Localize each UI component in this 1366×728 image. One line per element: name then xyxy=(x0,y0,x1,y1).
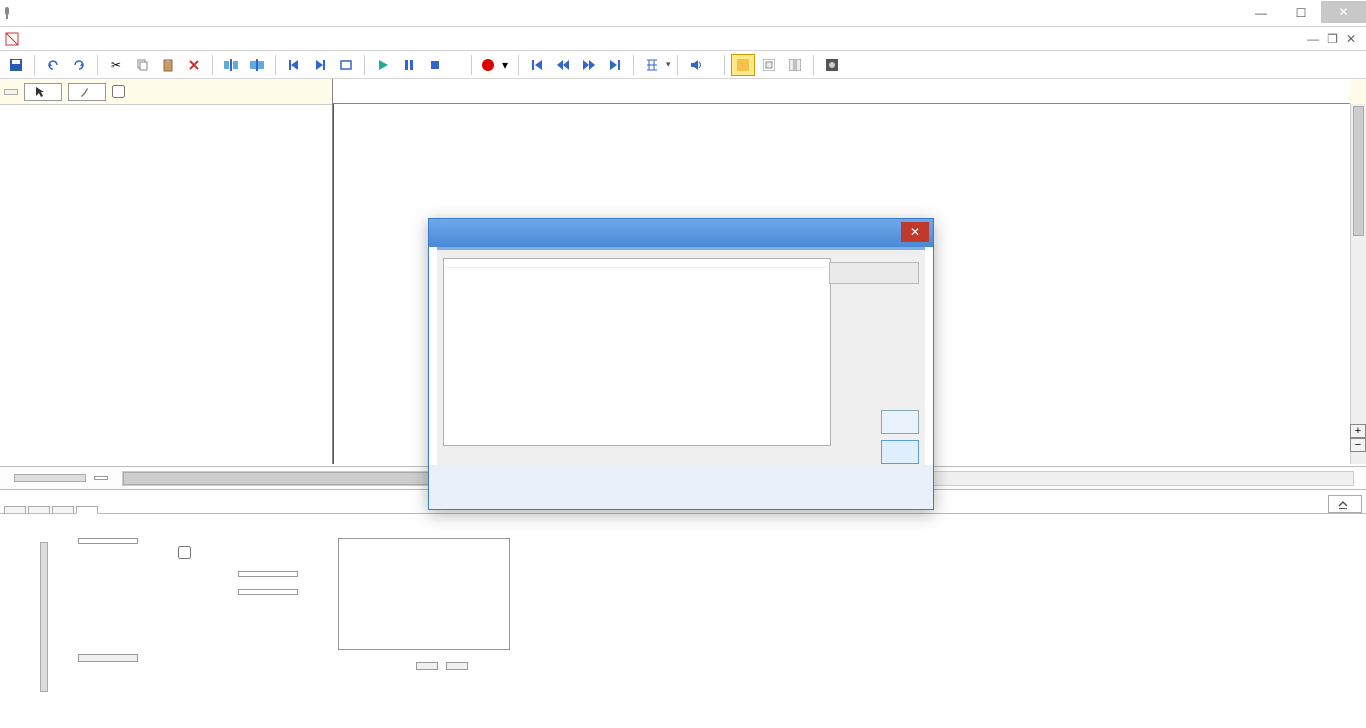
save-icon[interactable] xyxy=(4,54,28,76)
go-end-icon[interactable] xyxy=(603,54,627,76)
view-b-icon[interactable] xyxy=(757,54,781,76)
snap-dropdown-icon[interactable]: ▾ xyxy=(666,59,671,70)
speaker-icon[interactable] xyxy=(684,54,708,76)
view-c-icon[interactable] xyxy=(783,54,807,76)
main-toolbar: ✂ ▾ ▾ xyxy=(0,51,1366,79)
title-bar: — ☐ ✕ xyxy=(0,0,1366,27)
save-media-icon[interactable] xyxy=(820,54,844,76)
mute-checkbox[interactable] xyxy=(178,546,298,559)
playhead[interactable] xyxy=(333,104,334,464)
marker-prev-icon[interactable] xyxy=(282,54,306,76)
clip-panel xyxy=(0,514,1366,728)
menu-bar: — ❐ ✕ xyxy=(0,27,1366,51)
redo-icon[interactable] xyxy=(67,54,91,76)
doc-icon xyxy=(4,31,26,47)
brush-icon xyxy=(79,86,89,98)
clear-button[interactable] xyxy=(78,654,138,662)
menu-window[interactable] xyxy=(126,36,146,42)
tab-add-music[interactable] xyxy=(52,506,74,513)
vertical-scrollbar[interactable] xyxy=(1350,104,1366,464)
tab-clip[interactable] xyxy=(76,506,98,514)
editmode-row xyxy=(0,79,1366,105)
gain-slider[interactable] xyxy=(40,542,48,692)
effects-list[interactable] xyxy=(338,538,510,650)
marker-next-icon[interactable] xyxy=(308,54,332,76)
menu-help[interactable] xyxy=(146,36,166,42)
zoom-value[interactable] xyxy=(94,476,108,480)
go-start-icon[interactable] xyxy=(525,54,549,76)
signal-level-meter xyxy=(829,262,919,284)
dialog-close-button[interactable]: ✕ xyxy=(901,222,929,242)
brush-mode-button[interactable] xyxy=(68,83,106,101)
gain-value[interactable] xyxy=(78,538,138,544)
cursor-icon xyxy=(35,86,45,98)
pause-icon[interactable] xyxy=(397,54,421,76)
paste-icon[interactable] xyxy=(156,54,180,76)
mdi-close-icon[interactable]: ✕ xyxy=(1346,32,1356,46)
default-mode-button[interactable] xyxy=(24,83,62,101)
menu-project[interactable] xyxy=(26,36,46,42)
tab-music[interactable] xyxy=(28,506,50,513)
cut-icon[interactable]: ✂ xyxy=(104,54,128,76)
mdi-minimize-icon[interactable]: — xyxy=(1307,32,1319,46)
menu-edit[interactable] xyxy=(46,36,66,42)
fade-in-value[interactable] xyxy=(238,571,298,577)
timeline-ruler[interactable] xyxy=(332,79,1350,104)
record-dropdown-icon[interactable]: ▾ xyxy=(502,58,508,72)
hide-panel-button[interactable] xyxy=(1328,495,1362,513)
zoom-out-button[interactable]: − xyxy=(1350,438,1366,452)
record-icon xyxy=(482,59,494,71)
view-a-icon[interactable] xyxy=(731,54,755,76)
menu-options[interactable] xyxy=(106,36,126,42)
menu-video[interactable] xyxy=(86,36,106,42)
add-effect-button[interactable] xyxy=(416,662,438,670)
input-list[interactable] xyxy=(443,258,831,446)
loop-icon[interactable] xyxy=(334,54,358,76)
forward-icon[interactable] xyxy=(577,54,601,76)
mdi-restore-icon[interactable]: ❐ xyxy=(1327,32,1338,46)
app-icon xyxy=(0,6,26,20)
zoom-in-button[interactable]: + xyxy=(1350,424,1366,438)
rewind-icon[interactable] xyxy=(551,54,575,76)
menu-channel[interactable] xyxy=(66,36,86,42)
record-button[interactable]: ▾ xyxy=(478,58,512,72)
collapse-icon xyxy=(1337,498,1349,510)
set-button[interactable] xyxy=(881,410,919,434)
join-icon[interactable] xyxy=(245,54,269,76)
shuffle-checkbox[interactable] xyxy=(112,85,129,98)
dialog-title-bar[interactable]: ✕ xyxy=(429,219,933,247)
undo-icon[interactable] xyxy=(41,54,65,76)
snap-icon[interactable] xyxy=(640,54,664,76)
input-dialog: ✕ xyxy=(428,218,934,510)
maximize-button[interactable]: ☐ xyxy=(1281,1,1321,26)
tab-channel[interactable] xyxy=(4,506,26,513)
play-icon[interactable] xyxy=(371,54,395,76)
zoom-slider[interactable] xyxy=(14,474,86,482)
close-button[interactable]: ✕ xyxy=(1321,1,1366,23)
split-icon[interactable] xyxy=(219,54,243,76)
fade-out-value[interactable] xyxy=(238,589,298,595)
minimize-button[interactable]: — xyxy=(1241,1,1281,26)
remove-effect-button[interactable] xyxy=(446,662,468,670)
stop-icon[interactable] xyxy=(423,54,447,76)
cancel-button[interactable] xyxy=(881,440,919,464)
copy-icon[interactable] xyxy=(130,54,154,76)
editmode-label xyxy=(4,89,18,95)
delete-icon[interactable] xyxy=(182,54,206,76)
